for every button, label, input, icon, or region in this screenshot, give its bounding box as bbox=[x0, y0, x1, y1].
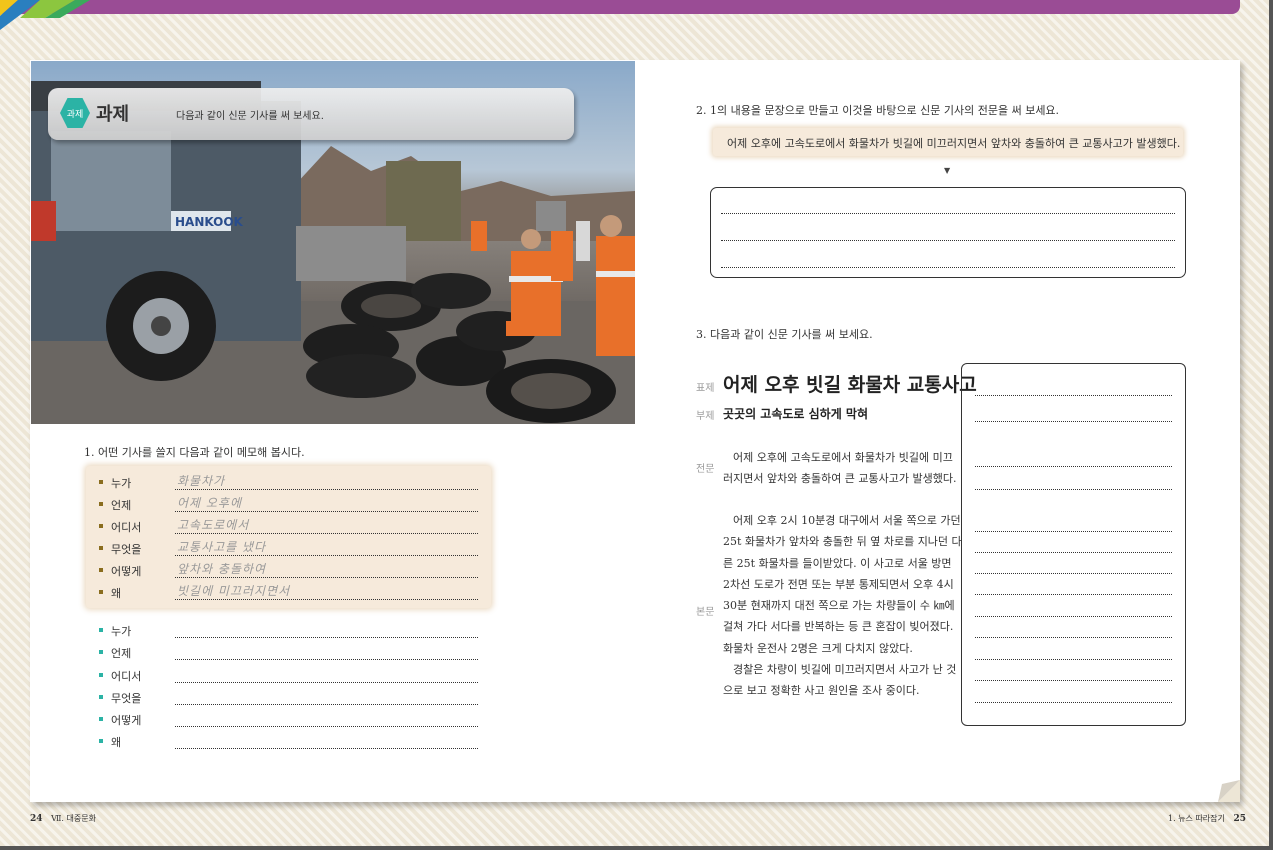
write-line[interactable] bbox=[975, 531, 1172, 532]
square-bullet-icon bbox=[99, 502, 103, 506]
memo-write-line[interactable] bbox=[175, 726, 478, 727]
memo-label: 왜 bbox=[111, 736, 122, 749]
memo-dotted-line bbox=[175, 577, 478, 578]
article-body-line: 걸쳐 가다 서다를 반복하는 등 큰 혼잡이 빚어졌다. bbox=[723, 620, 954, 634]
write-line[interactable] bbox=[975, 573, 1172, 574]
memo-handwritten-answer: 어제 오후에 bbox=[177, 496, 243, 510]
memo-label: 누가 bbox=[111, 477, 132, 490]
article-write-box[interactable] bbox=[961, 363, 1186, 726]
memo-label: 어떻게 bbox=[111, 714, 142, 727]
article-body-line: 으로 보고 정확한 사고 원인을 조사 중이다. bbox=[723, 684, 920, 698]
answer-line[interactable] bbox=[721, 213, 1175, 214]
task-instruction: 다음과 같이 신문 기사를 써 보세요. bbox=[176, 111, 324, 122]
article-body-line: 화물차 운전사 2명은 크게 다치지 않았다. bbox=[723, 641, 913, 655]
square-bullet-icon bbox=[99, 739, 103, 743]
memo-write-line[interactable] bbox=[175, 659, 478, 660]
article-lead: 어제 오후에 고속도로에서 화물차가 빗길에 미끄 러지면서 앞차와 충돌하여 … bbox=[723, 447, 957, 490]
memo-dotted-line bbox=[175, 511, 478, 512]
page-number: 25 bbox=[1233, 814, 1246, 824]
headline-label: 표제 bbox=[696, 383, 715, 394]
write-line[interactable] bbox=[975, 594, 1172, 595]
write-line[interactable] bbox=[975, 466, 1172, 467]
window-edge-right bbox=[1269, 0, 1273, 850]
question-3: 3. 다음과 같이 신문 기사를 써 보세요. bbox=[696, 328, 873, 341]
subhead-label: 부제 bbox=[696, 411, 715, 422]
memo-label: 왜 bbox=[111, 587, 122, 600]
article-subhead: 곳곳의 고속도로 심하게 막혀 bbox=[723, 407, 869, 421]
article-body-line: 경찰은 차량이 빗길에 미끄러지면서 사고가 난 것 bbox=[733, 663, 957, 677]
footer-section: 1. 뉴스 따라잡기 bbox=[1168, 814, 1225, 823]
write-line[interactable] bbox=[975, 616, 1172, 617]
article-body-line: 어제 오후 2시 10분경 대구에서 서울 쪽으로 가던 bbox=[733, 514, 961, 527]
square-bullet-icon bbox=[99, 695, 103, 699]
square-bullet-icon bbox=[99, 546, 103, 550]
article-body-line: 25t 화물차가 앞차와 충돌한 뒤 옆 차로를 지나던 다 bbox=[723, 535, 962, 549]
corner-color-triangles bbox=[0, 0, 90, 30]
memo-label: 무엇을 bbox=[111, 692, 142, 705]
memo-handwritten-answer: 고속도로에서 bbox=[177, 518, 250, 532]
article-body-line: 30분 현재까지 대전 쪽으로 가는 차량들이 수 ㎞에 bbox=[723, 599, 955, 613]
memo-label: 어떻게 bbox=[111, 565, 142, 578]
memo-handwritten-answer: 교통사고를 냈다 bbox=[177, 540, 267, 554]
memo-handwritten-answer: 앞차와 충돌하여 bbox=[177, 562, 267, 576]
write-line[interactable] bbox=[975, 395, 1172, 396]
top-purple-band bbox=[0, 0, 1240, 14]
square-bullet-icon bbox=[99, 590, 103, 594]
write-line[interactable] bbox=[975, 702, 1172, 703]
down-triangle-icon: ▼ bbox=[944, 166, 951, 175]
memo-label: 누가 bbox=[111, 625, 132, 638]
square-bullet-icon bbox=[99, 717, 103, 721]
memo-write-line[interactable] bbox=[175, 704, 478, 705]
answer-line[interactable] bbox=[721, 240, 1175, 241]
square-bullet-icon bbox=[99, 524, 103, 528]
page-number: 24 bbox=[30, 814, 43, 824]
memo-handwritten-answer: 빗길에 미끄러지면서 bbox=[177, 584, 291, 598]
memo-label: 언제 bbox=[111, 647, 132, 660]
square-bullet-icon bbox=[99, 650, 103, 654]
svg-text:HANKOOK: HANKOOK bbox=[175, 215, 244, 229]
write-line[interactable] bbox=[975, 489, 1172, 490]
memo-write-line[interactable] bbox=[175, 637, 478, 638]
article-lead-line: 러지면서 앞차와 충돌하여 큰 교통사고가 발생했다. bbox=[723, 472, 957, 486]
memo-label: 어디서 bbox=[111, 670, 142, 683]
memo-write-line[interactable] bbox=[175, 682, 478, 683]
memo-label: 언제 bbox=[111, 499, 132, 512]
lead-sentence-box: 어제 오후에 고속도로에서 화물차가 빗길에 미끄러지면서 앞차와 충돌하여 큰… bbox=[713, 128, 1183, 156]
square-bullet-icon bbox=[99, 480, 103, 484]
question-1: 1. 어떤 기사를 쓸지 다음과 같이 메모해 봅시다. bbox=[84, 446, 305, 459]
memo-dotted-line bbox=[175, 555, 478, 556]
article-headline: 어제 오후 빗길 화물차 교통사고 bbox=[723, 374, 977, 396]
square-bullet-icon bbox=[99, 568, 103, 572]
lead-label: 전문 bbox=[696, 464, 715, 475]
memo-write-line[interactable] bbox=[175, 748, 478, 749]
memo-dotted-line bbox=[175, 533, 478, 534]
article-lead-line: 어제 오후에 고속도로에서 화물차가 빗길에 미끄 bbox=[733, 451, 953, 464]
footer-section: Ⅶ. 대중문화 bbox=[51, 814, 96, 823]
memo-dotted-line bbox=[175, 489, 478, 490]
article-body-line: 2차선 도로가 전면 또는 부분 통제되면서 오후 4시 bbox=[723, 577, 954, 591]
memo-dotted-line bbox=[175, 599, 478, 600]
article-body: 어제 오후 2시 10분경 대구에서 서울 쪽으로 가던 25t 화물차가 앞차… bbox=[723, 510, 962, 702]
body-label: 본문 bbox=[696, 607, 715, 618]
page-curl bbox=[1218, 780, 1240, 802]
footer-right: 1. 뉴스 따라잡기 25 bbox=[1168, 813, 1246, 824]
write-line[interactable] bbox=[975, 680, 1172, 681]
write-line[interactable] bbox=[975, 659, 1172, 660]
memo-label: 무엇을 bbox=[111, 543, 142, 556]
memo-label: 어디서 bbox=[111, 521, 142, 534]
write-line[interactable] bbox=[975, 552, 1172, 553]
square-bullet-icon bbox=[99, 673, 103, 677]
article-body-line: 른 25t 화물차를 들이받았다. 이 사고로 서울 방면 bbox=[723, 556, 952, 570]
answer-line[interactable] bbox=[721, 267, 1175, 268]
window-edge-bottom bbox=[0, 846, 1273, 850]
write-line[interactable] bbox=[975, 421, 1172, 422]
square-bullet-icon bbox=[99, 628, 103, 632]
question-2: 2. 1의 내용을 문장으로 만들고 이것을 바탕으로 신문 기사의 전문을 써… bbox=[696, 104, 1060, 117]
memo-handwritten-answer: 화물차가 bbox=[177, 474, 226, 488]
write-line[interactable] bbox=[975, 637, 1172, 638]
task-title: 과제 bbox=[96, 104, 130, 125]
lead-answer-box[interactable] bbox=[710, 187, 1186, 278]
footer-left: 24 Ⅶ. 대중문화 bbox=[30, 813, 96, 824]
